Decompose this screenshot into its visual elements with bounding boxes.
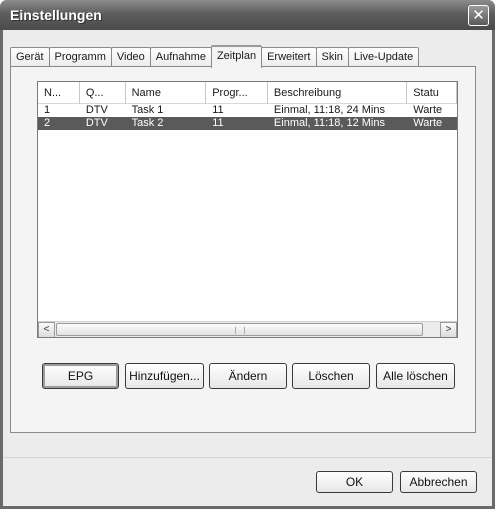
delete-all-button[interactable]: Alle löschen [376, 363, 455, 389]
title-bar[interactable]: Einstellungen ✕ [0, 0, 495, 30]
column-header-name[interactable]: Name [126, 82, 207, 104]
tab-aufnahme[interactable]: Aufnahme [149, 47, 212, 67]
schedule-list[interactable]: N... Q... Name Progr... Beschreibung Sta… [37, 81, 458, 338]
cell-program: 11 [212, 117, 224, 129]
column-header-description[interactable]: Beschreibung [268, 82, 408, 104]
cell-description: Einmal, 11:18, 12 Mins [273, 117, 385, 129]
scroll-right-icon[interactable]: > [440, 322, 457, 337]
tab-video[interactable]: Video [110, 47, 151, 67]
cell-quality: DTV [85, 104, 108, 116]
edit-task-button[interactable]: Ändern [209, 363, 287, 389]
cell-name: Task 1 [131, 104, 164, 116]
epg-button[interactable]: EPG [42, 363, 119, 389]
table-row-selected[interactable]: 2 DTV Task 2 11 Einmal, 11:18, 12 Mins W… [38, 117, 457, 130]
column-header-quality[interactable]: Q... [80, 82, 126, 104]
column-header-program[interactable]: Progr... [206, 82, 268, 104]
tab-live-update[interactable]: Live-Update [347, 47, 420, 67]
cancel-button[interactable]: Abbrechen [400, 471, 477, 493]
cell-name: Task 2 [131, 117, 164, 129]
tab-strip: Gerät Programm Video Aufnahme Zeitplan E… [10, 45, 420, 68]
grip-icon [235, 327, 245, 334]
column-header-status[interactable]: Statu [407, 82, 457, 104]
delete-task-button[interactable]: Löschen [292, 363, 370, 389]
tab-programm[interactable]: Programm [48, 47, 112, 67]
tab-erweitert[interactable]: Erweitert [261, 47, 317, 67]
cell-quality: DTV [85, 117, 108, 129]
close-icon[interactable]: ✕ [468, 5, 489, 26]
cell-status: Warte [413, 104, 443, 116]
table-row[interactable]: 1 DTV Task 1 11 Einmal, 11:18, 24 Mins W… [38, 104, 457, 117]
list-header: N... Q... Name Progr... Beschreibung Sta… [38, 82, 457, 104]
dialog-client-area: Gerät Programm Video Aufnahme Zeitplan E… [3, 30, 492, 506]
cell-number: 2 [44, 117, 51, 129]
cell-status: Warte [413, 117, 443, 129]
tab-zeitplan[interactable]: Zeitplan [210, 45, 263, 68]
settings-window: Einstellungen ✕ Gerät Programm Video Auf… [0, 0, 495, 509]
scrollbar-thumb[interactable] [56, 323, 423, 336]
cell-description: Einmal, 11:18, 24 Mins [273, 104, 385, 116]
column-header-number[interactable]: N... [38, 82, 80, 104]
cell-number: 1 [44, 104, 51, 116]
horizontal-scrollbar[interactable]: < > [38, 321, 457, 337]
add-task-button[interactable]: Hinzufügen... [125, 363, 204, 389]
tab-geraet[interactable]: Gerät [10, 47, 50, 67]
footer-divider [3, 457, 492, 458]
scroll-left-icon[interactable]: < [38, 322, 55, 337]
cell-program: 11 [212, 104, 224, 116]
window-title: Einstellungen [10, 7, 102, 23]
scrollbar-track[interactable] [55, 322, 440, 337]
ok-button[interactable]: OK [316, 471, 393, 493]
tab-skin[interactable]: Skin [315, 47, 349, 67]
